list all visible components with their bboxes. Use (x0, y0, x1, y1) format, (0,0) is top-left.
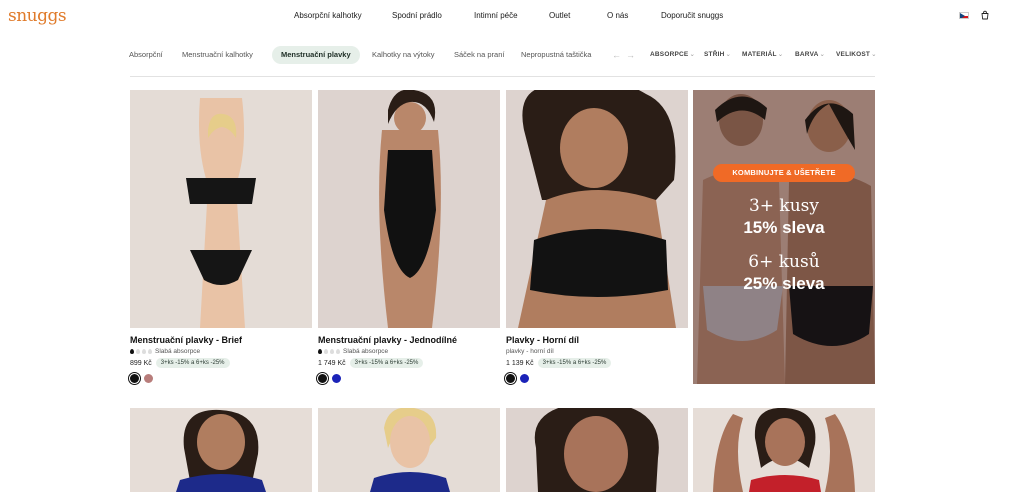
arrow-left-icon[interactable]: ← (612, 46, 621, 64)
product-title[interactable]: Plavky - Horní díl (506, 335, 688, 345)
product-title[interactable]: Menstruační plavky - Jednodílné (318, 335, 500, 345)
category-period-swimwear[interactable]: Menstruační plavky (272, 46, 360, 64)
filter-divider (130, 76, 875, 77)
chevron-down-icon: ⌄ (871, 51, 877, 58)
product-image[interactable] (130, 408, 312, 492)
filter-absorbency[interactable]: ABSORPCE⌄ (650, 46, 695, 64)
absorbency-drops-icon (318, 349, 340, 354)
absorbency-label: Slabá absorpce (155, 348, 201, 355)
product-card[interactable] (506, 408, 688, 492)
brand-logo[interactable]: snuggs (8, 6, 67, 26)
chevron-down-icon: ⌄ (725, 51, 732, 58)
product-card-one-piece[interactable]: Menstruační plavky - Jednodílné Slabá ab… (318, 90, 500, 383)
bundle-discount-badge: 3+ks -15% a 6+ks -25% (155, 358, 230, 368)
filter-color[interactable]: BARVA⌄ (795, 46, 825, 64)
product-image[interactable] (318, 90, 500, 328)
color-swatches (130, 374, 312, 383)
nav-item-refer[interactable]: Doporučit snuggs (661, 11, 723, 20)
nav-item-underwear[interactable]: Spodní prádlo (392, 11, 442, 20)
filter-absorbency-label: ABSORPCE (650, 51, 689, 58)
swatch-black[interactable] (318, 374, 327, 383)
filter-size-label: VELIKOST (836, 51, 871, 58)
product-card-brief[interactable]: Menstruační plavky - Brief Slabá absorpc… (130, 90, 312, 383)
nav-item-about[interactable]: O nás (607, 11, 628, 20)
absorbency-row: Slabá absorpce (318, 348, 500, 355)
bundle-discount-badge: 3+ks -15% a 6+ks -25% (349, 358, 424, 368)
product-image[interactable] (506, 408, 688, 492)
price-row: 1 749 Kč 3+ks -15% a 6+ks -25% (318, 358, 500, 368)
bundle-discount-badge: 3+ks -15% a 6+ks -25% (537, 358, 612, 368)
product-image[interactable] (506, 90, 688, 328)
czech-flag-icon[interactable] (959, 12, 969, 19)
filter-size[interactable]: VELIKOST⌄ (836, 46, 877, 64)
category-period-panties[interactable]: Menstruační kalhotky (182, 46, 253, 64)
promo-tier2-discount: 25% sleva (743, 274, 825, 293)
filter-material[interactable]: MATERIÁL⌄ (742, 46, 783, 64)
category-absorbent[interactable]: Absorpční (129, 46, 163, 64)
bag-icon[interactable] (980, 10, 990, 20)
product-title[interactable]: Menstruační plavky - Brief (130, 335, 312, 345)
promo-badge: KOMBINUJTE & UŠETŘETE (713, 164, 855, 182)
swatch-blue[interactable] (520, 374, 529, 383)
category-discharge-panties[interactable]: Kalhotky na výtoky (372, 46, 435, 64)
swatch-blue[interactable] (332, 374, 341, 383)
price-row: 1 139 Kč 3+ks -15% a 6+ks -25% (506, 358, 688, 368)
swatch-rose[interactable] (144, 374, 153, 383)
nav-item-intimate-care[interactable]: Intimní péče (474, 11, 518, 20)
category-filter-bar: Absorpční Menstruační kalhotky Menstruač… (0, 44, 1024, 66)
filter-material-label: MATERIÁL (742, 51, 777, 58)
promo-tier1-qty: 3+ kusy (748, 196, 820, 216)
color-swatches (506, 374, 688, 383)
product-price: 1 139 Kč (506, 359, 534, 367)
product-price: 1 749 Kč (318, 359, 346, 367)
chevron-down-icon: ⌄ (819, 51, 826, 58)
color-swatches (318, 374, 500, 383)
absorbency-drops-icon (130, 349, 152, 354)
product-subtitle: plavky - horní díl (506, 348, 554, 355)
filter-cut-label: STŘIH (704, 51, 725, 58)
price-row: 899 Kč 3+ks -15% a 6+ks -25% (130, 358, 312, 368)
filter-cut[interactable]: STŘIH⌄ (704, 46, 731, 64)
product-card[interactable] (318, 408, 500, 492)
product-price: 899 Kč (130, 359, 152, 367)
swatch-black[interactable] (130, 374, 139, 383)
product-image[interactable] (693, 408, 875, 492)
absorbency-label: Slabá absorpce (343, 348, 389, 355)
absorbency-row: Slabá absorpce (130, 348, 312, 355)
promo-tier1-discount: 15% sleva (743, 218, 825, 237)
nav-item-absorbent-panties[interactable]: Absorpční kalhotky (294, 11, 362, 20)
product-card[interactable] (693, 408, 875, 492)
filter-color-label: BARVA (795, 51, 819, 58)
top-navigation: snuggs Absorpční kalhotky Spodní prádlo … (0, 0, 1024, 32)
arrow-right-icon[interactable]: → (626, 46, 635, 64)
product-image[interactable] (318, 408, 500, 492)
product-card-top[interactable]: Plavky - Horní díl plavky - horní díl 1 … (506, 90, 688, 383)
product-image[interactable] (130, 90, 312, 328)
chevron-down-icon: ⌄ (777, 51, 784, 58)
nav-item-outlet[interactable]: Outlet (549, 11, 570, 20)
promo-tier2-qty: 6+ kusů (748, 252, 820, 272)
chevron-down-icon: ⌄ (689, 51, 696, 58)
bundle-promo-banner[interactable]: KOMBINUJTE & UŠETŘETE 3+ kusy 15% sleva … (693, 90, 875, 384)
swatch-black[interactable] (506, 374, 515, 383)
category-waterproof-pouch[interactable]: Nepropustná taštička (521, 46, 591, 64)
product-card[interactable] (130, 408, 312, 492)
category-laundry-bag[interactable]: Sáček na praní (454, 46, 504, 64)
